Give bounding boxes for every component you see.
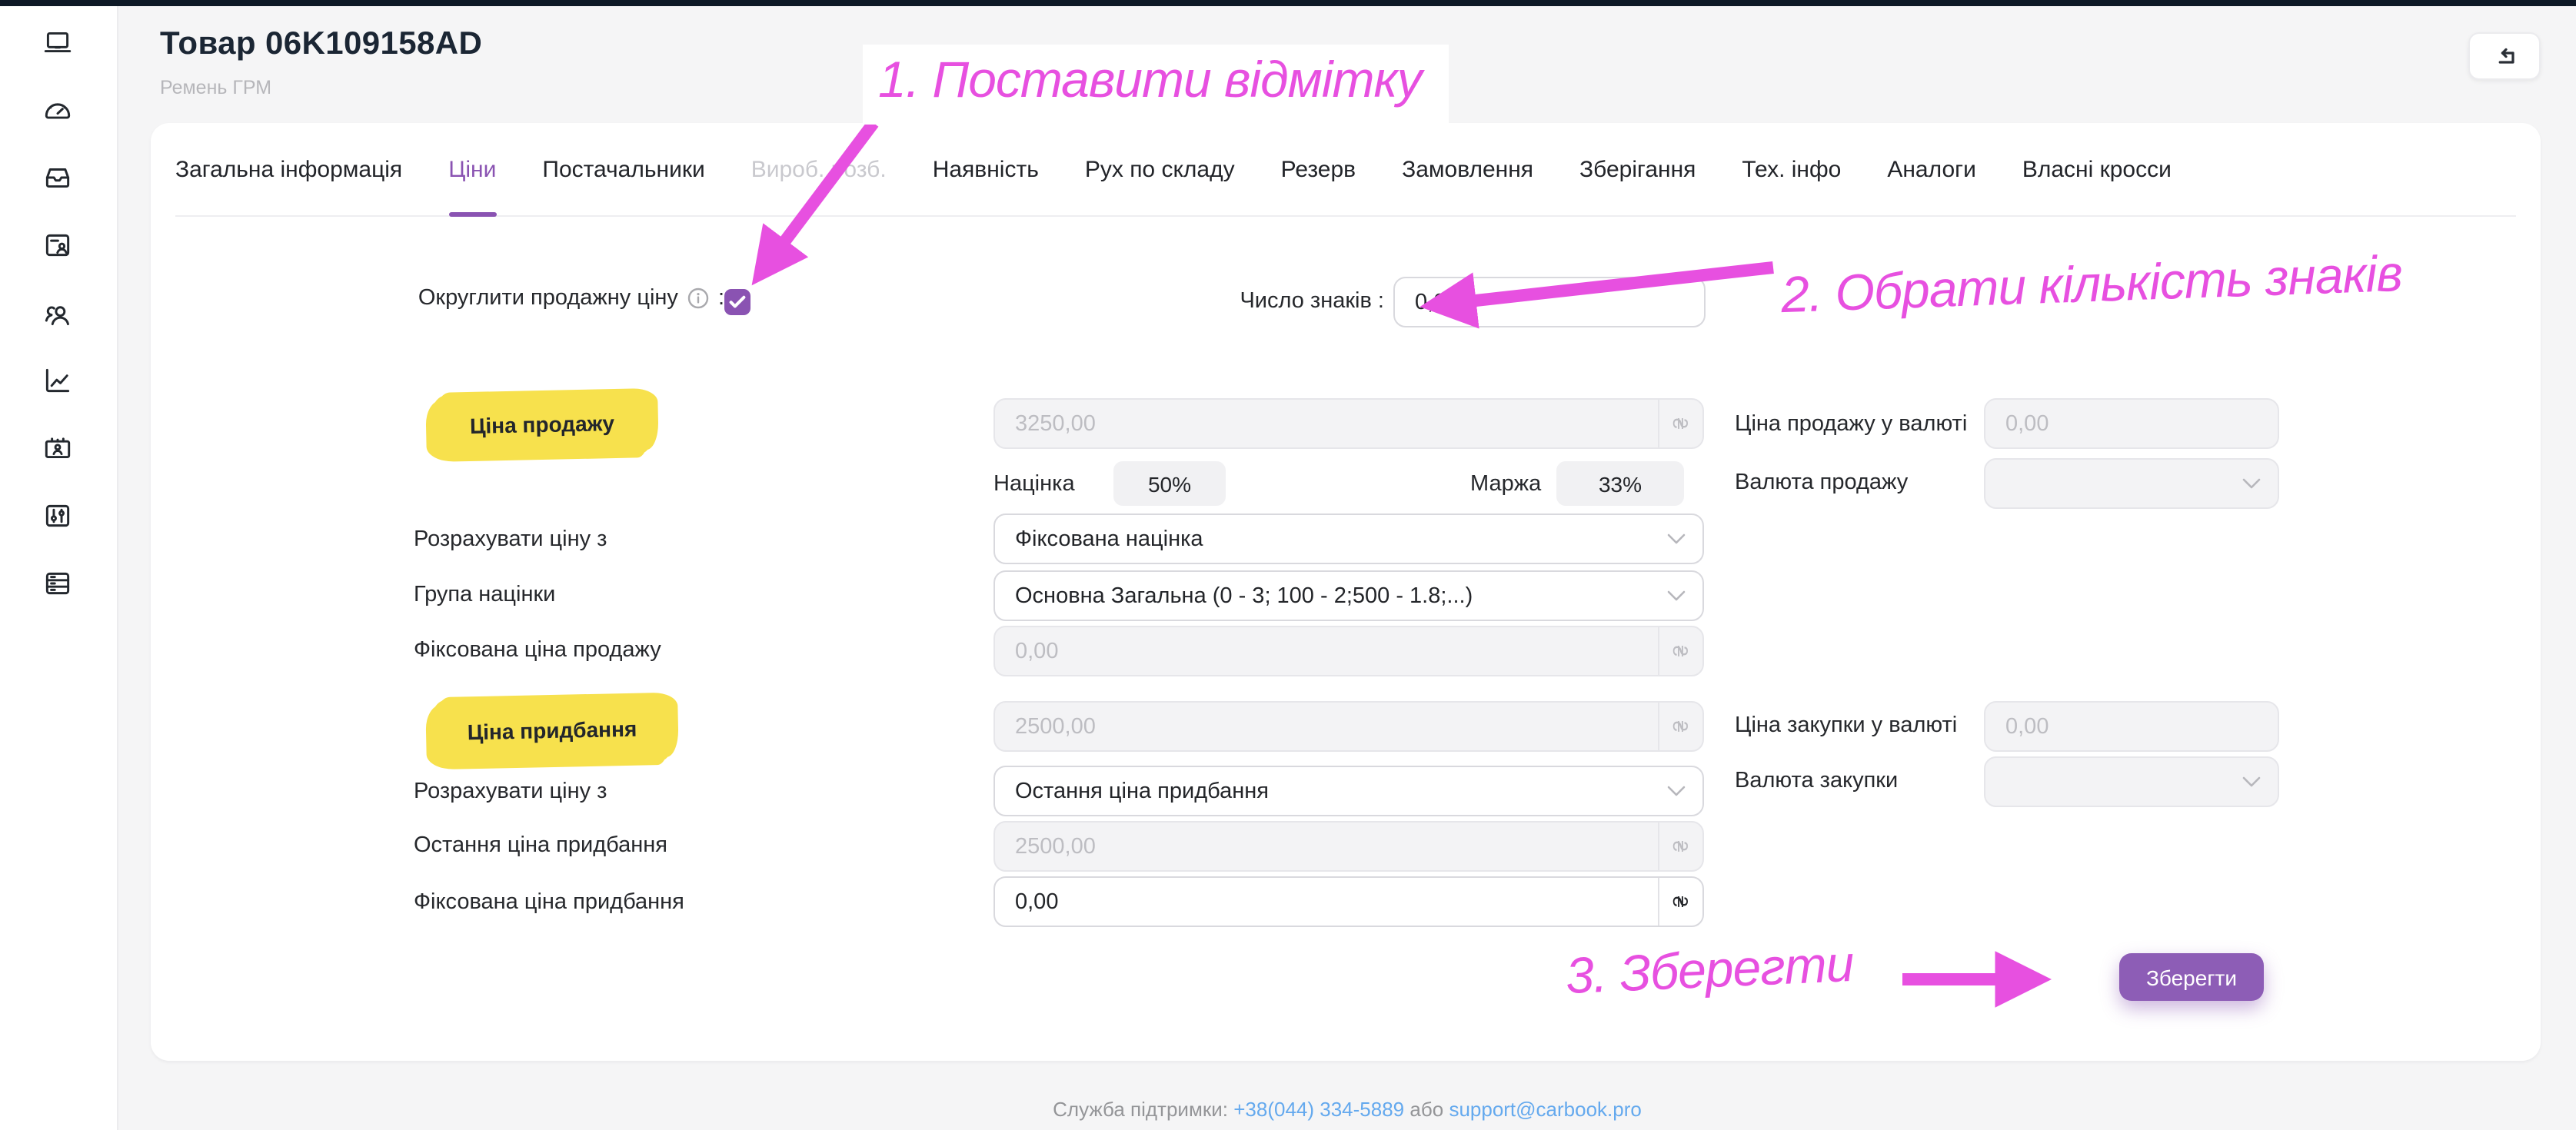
dashboard-gauge-icon[interactable] xyxy=(42,94,74,126)
tab-storage[interactable]: Зберігання xyxy=(1579,123,1696,215)
markup-group-value: Основна Загальна (0 - 3; 100 - 2;500 - 1… xyxy=(995,583,1473,608)
markup-group-label: Група націнки xyxy=(414,580,555,610)
round-price-label-row: Округлити продажну ціну : xyxy=(298,286,724,311)
purchase-price-input: 2500,00 ₴ xyxy=(993,701,1704,752)
margin-value-box: 33% xyxy=(1556,461,1684,506)
digits-count-input[interactable]: 0,00 xyxy=(1393,277,1706,327)
round-price-label: Округлити продажну ціну xyxy=(418,286,678,311)
tab-orders[interactable]: Замовлення xyxy=(1402,123,1533,215)
hryvnia-icon: ₴ xyxy=(1658,627,1702,675)
sidebar-nav xyxy=(0,6,118,1130)
purchase-price-value: 2500,00 xyxy=(995,714,1658,739)
tab-general-info[interactable]: Загальна інформація xyxy=(175,123,402,215)
markup-group-select[interactable]: Основна Загальна (0 - 3; 100 - 2;500 - 1… xyxy=(993,570,1704,621)
back-button[interactable] xyxy=(2468,32,2541,80)
sale-calc-select[interactable]: Фіксована націнка xyxy=(993,513,1704,564)
round-price-checkbox[interactable] xyxy=(724,289,751,315)
chevron-down-icon xyxy=(2242,776,2261,788)
fixed-purchase-price-label: Фіксована ціна придбання xyxy=(414,887,684,918)
users-icon[interactable] xyxy=(42,298,74,331)
support-footer: Служба підтримки: +38(044) 334-5889 або … xyxy=(118,1098,2576,1121)
tab-analogs[interactable]: Аналоги xyxy=(1887,123,1976,215)
sale-currency-select xyxy=(1984,458,2279,509)
markup-value-box: 50% xyxy=(1113,461,1226,506)
tab-manufacturing: Вироб. розб. xyxy=(751,123,887,215)
sale-calc-value: Фіксована націнка xyxy=(995,527,1203,551)
page-title: Товар 06K109158AD xyxy=(160,26,482,63)
window-top-bar xyxy=(0,0,2576,6)
sale-fx-price-label: Ціна продажу у валюті xyxy=(1735,409,1967,440)
fixed-sale-price-input: 0,00 ₴ xyxy=(993,626,1704,676)
fixed-sale-price-label: Фіксована ціна продажу xyxy=(414,635,661,666)
chevron-down-icon xyxy=(1667,533,1686,545)
sale-currency-label: Валюта продажу xyxy=(1735,467,1908,498)
tab-stock-movement[interactable]: Рух по складу xyxy=(1085,123,1235,215)
tab-suppliers[interactable]: Постачальники xyxy=(542,123,704,215)
tab-own-crosses[interactable]: Власні кросси xyxy=(2022,123,2172,215)
tab-prices[interactable]: Ціни xyxy=(448,123,496,215)
check-icon xyxy=(729,295,746,309)
last-purchase-price-value: 2500,00 xyxy=(995,834,1658,859)
digits-count-value: 0,00 xyxy=(1395,290,1704,314)
markup-label: Націнка xyxy=(993,469,1075,500)
support-conjunction: або xyxy=(1409,1098,1443,1121)
save-button[interactable]: Зберегти xyxy=(2119,953,2264,1001)
hryvnia-icon: ₴ xyxy=(1658,703,1702,750)
hryvnia-icon: ₴ xyxy=(1658,823,1702,870)
inbox-icon[interactable] xyxy=(42,161,74,194)
support-email-link[interactable]: support@carbook.pro xyxy=(1449,1098,1641,1121)
billboard-person-icon[interactable] xyxy=(42,432,74,464)
support-label: Служба підтримки: xyxy=(1053,1098,1228,1121)
id-document-icon[interactable] xyxy=(42,229,74,261)
round-price-colon: : xyxy=(718,286,724,311)
sale-fx-price-input: 0,00 xyxy=(1984,398,2279,449)
purchase-fx-price-label: Ціна закупки у валюті xyxy=(1735,710,1957,741)
last-purchase-price-input: 2500,00 ₴ xyxy=(993,821,1704,872)
purchase-currency-select xyxy=(1984,756,2279,807)
fixed-purchase-price-input[interactable]: 0,00 ₴ xyxy=(993,876,1704,927)
purchase-calc-value: Остання ціна придбання xyxy=(995,779,1269,803)
chevron-down-icon xyxy=(1667,785,1686,797)
server-stack-icon[interactable] xyxy=(42,567,74,600)
fixed-purchase-price-value: 0,00 xyxy=(995,889,1658,914)
sale-price-value: 3250,00 xyxy=(995,411,1658,436)
chevron-down-icon xyxy=(2242,477,2261,490)
tab-bar: Загальна інформація Ціни Постачальники В… xyxy=(175,123,2516,217)
tab-reserve[interactable]: Резерв xyxy=(1281,123,1356,215)
laptop-icon[interactable] xyxy=(42,26,74,58)
fixed-sale-price-value: 0,00 xyxy=(995,639,1658,663)
tab-availability[interactable]: Наявність xyxy=(933,123,1039,215)
info-icon[interactable] xyxy=(687,287,709,309)
purchase-fx-price-value: 0,00 xyxy=(1985,714,2278,739)
last-purchase-price-label: Остання ціна придбання xyxy=(414,830,667,861)
line-chart-icon[interactable] xyxy=(42,364,74,397)
purchase-calc-select[interactable]: Остання ціна придбання xyxy=(993,766,1704,816)
return-arrow-icon xyxy=(2492,47,2517,65)
digits-count-label: Число знаків : xyxy=(1073,286,1384,317)
hryvnia-icon: ₴ xyxy=(1658,878,1702,926)
tab-tech-info[interactable]: Тех. інфо xyxy=(1742,123,1841,215)
page-subtitle: Ремень ГРМ xyxy=(160,77,271,98)
annotation-step1-box: 1. Поставити відмітку xyxy=(863,45,1449,125)
sale-price-input: 3250,00 ₴ xyxy=(993,398,1704,449)
margin-label: Маржа xyxy=(1470,469,1541,500)
sale-price-badge: Ціна продажу xyxy=(430,391,654,457)
app-window: Товар 06K109158AD Ремень ГРМ Загальна ін… xyxy=(0,0,2576,1130)
purchase-fx-price-input: 0,00 xyxy=(1984,701,2279,752)
hryvnia-icon: ₴ xyxy=(1658,400,1702,447)
purchase-calc-label: Розрахувати ціну з xyxy=(414,776,607,807)
purchase-currency-label: Валюта закупки xyxy=(1735,766,1898,796)
chevron-down-icon xyxy=(1667,590,1686,602)
annotation-step1-text: 1. Поставити відмітку xyxy=(878,51,1422,109)
sale-calc-label: Розрахувати ціну з xyxy=(414,524,607,555)
sliders-icon[interactable] xyxy=(42,500,74,532)
support-phone-link[interactable]: +38(044) 334-5889 xyxy=(1233,1098,1404,1121)
sale-fx-price-value: 0,00 xyxy=(1985,411,2278,436)
purchase-price-badge: Ціна придбання xyxy=(430,696,674,766)
